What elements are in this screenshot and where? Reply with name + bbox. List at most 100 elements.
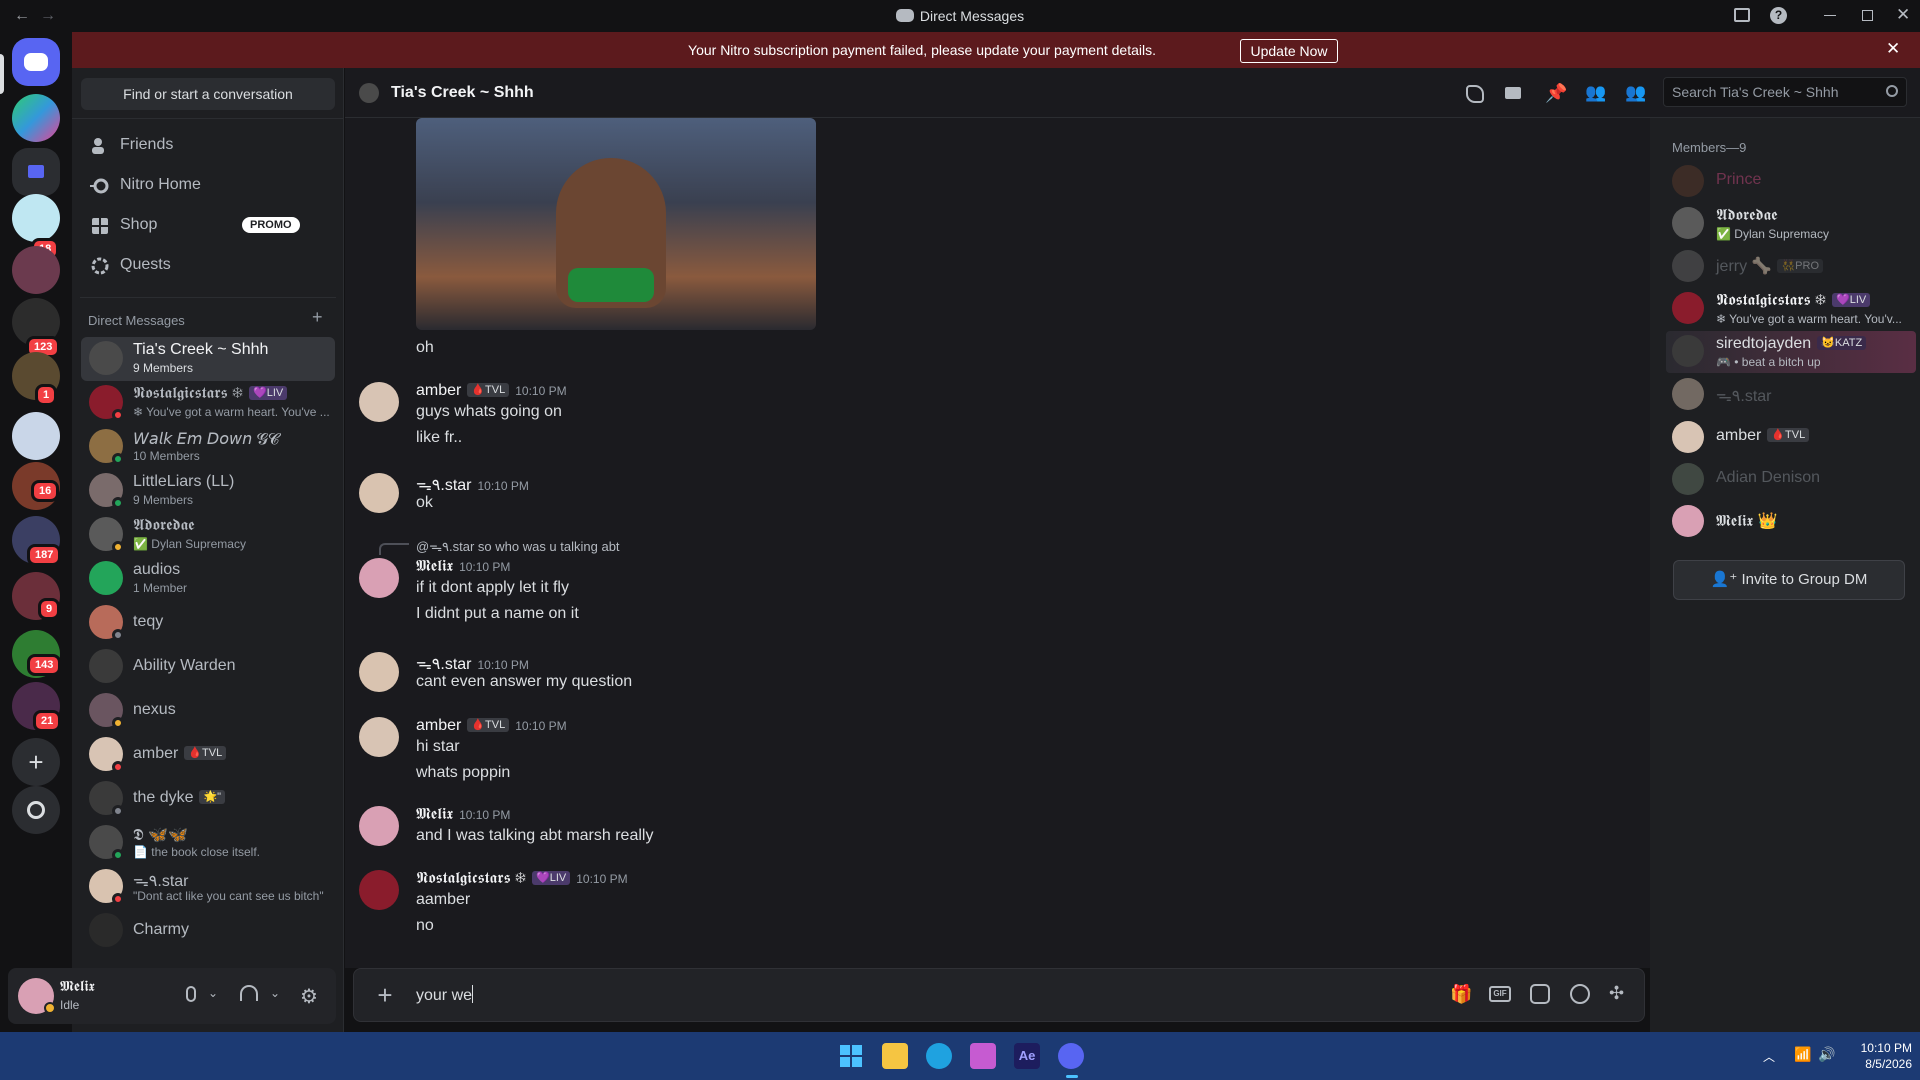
- user-status: Idle: [60, 998, 80, 1012]
- member-item[interactable]: 𝕹𝖔𝖘𝖙𝖆𝖑𝖌𝖎𝖈𝖘𝖙𝖆𝖗𝖘 ❄ 💜LIV ❄ You've got a warm…: [1666, 288, 1916, 330]
- app-icon[interactable]: [970, 1043, 996, 1069]
- discover-button[interactable]: [12, 786, 60, 834]
- dm-row[interactable]: LittleLiars (LL) 9 Members: [81, 469, 335, 513]
- apps-icon[interactable]: ✣: [1609, 983, 1624, 1004]
- idle-status-icon: [44, 1002, 56, 1014]
- server-icon[interactable]: [12, 194, 60, 242]
- pinned-messages-icon[interactable]: 📌: [1545, 83, 1567, 104]
- find-conversation-button[interactable]: Find or start a conversation: [81, 78, 335, 110]
- member-list-icon[interactable]: 👥: [1625, 83, 1646, 103]
- headphones-icon[interactable]: [240, 985, 258, 1001]
- avatar: [1672, 207, 1704, 239]
- server-icon[interactable]: [12, 94, 60, 142]
- gift-icon[interactable]: 🎁: [1450, 984, 1472, 1005]
- member-item[interactable]: 𝕸𝖊𝖑𝖎𝖝 👑: [1666, 501, 1916, 543]
- clan-tag: 🩸TVL: [184, 746, 227, 760]
- start-menu-icon[interactable]: [838, 1043, 864, 1069]
- sticker-icon[interactable]: [1530, 984, 1550, 1004]
- inbox-icon[interactable]: [1734, 8, 1750, 22]
- member-item[interactable]: Adian Denison: [1666, 459, 1916, 501]
- dm-row[interactable]: amber 🩸TVL: [81, 733, 335, 777]
- emoji-icon[interactable]: [1570, 984, 1590, 1004]
- close-window-icon[interactable]: ✕: [1896, 5, 1910, 25]
- minimize-icon[interactable]: [1824, 15, 1836, 16]
- add-friends-icon[interactable]: 👥: [1585, 83, 1606, 103]
- avatar[interactable]: [359, 870, 399, 910]
- avatar[interactable]: [359, 806, 399, 846]
- folder-server[interactable]: [12, 148, 60, 196]
- dm-row[interactable]: 𝘞𝘢𝘭𝘬 𝘌𝘮 𝘋𝘰𝘸𝘯 𝓖𝓒 10 Members: [81, 425, 335, 469]
- message-time: 10:10 PM: [459, 808, 511, 822]
- nav-quests[interactable]: Quests: [82, 245, 336, 285]
- avatar[interactable]: [359, 652, 399, 692]
- avatar[interactable]: [359, 473, 399, 513]
- avatar[interactable]: [359, 558, 399, 598]
- create-dm-button[interactable]: +: [312, 307, 323, 328]
- message-input[interactable]: your we: [416, 985, 474, 1005]
- add-person-icon: 👤⁺: [1710, 571, 1742, 588]
- dm-row[interactable]: 𝕯 🦋🦋 📄 the book close itself.: [81, 821, 335, 865]
- dm-row[interactable]: the dyke 🌟": [81, 777, 335, 821]
- nav-friends[interactable]: Friends: [82, 125, 336, 165]
- message: 𝕹𝖔𝖘𝖙𝖆𝖑𝖌𝖎𝖈𝖘𝖙𝖆𝖗𝖘 ❄ 💜LIV 10:10 PM aamber no: [345, 870, 1645, 950]
- member-item[interactable]: ᯓ٩.star: [1666, 374, 1916, 416]
- microphone-icon[interactable]: [186, 986, 196, 1002]
- member-item[interactable]: siredtojayden 😺KATZ 🎮 • beat a bitch up: [1666, 331, 1916, 373]
- search-input[interactable]: Search Tia's Creek ~ Shhh: [1663, 77, 1907, 107]
- dm-row[interactable]: nexus: [81, 689, 335, 733]
- avatar[interactable]: [359, 717, 399, 757]
- close-banner-icon[interactable]: ✕: [1886, 39, 1900, 59]
- dm-row[interactable]: Tia's Creek ~ Shhh 9 Members: [81, 337, 335, 381]
- maximize-icon[interactable]: [1862, 10, 1873, 21]
- nav-nitro-home[interactable]: Nitro Home: [82, 165, 336, 205]
- invite-to-group-dm-button[interactable]: 👤⁺ Invite to Group DM: [1673, 560, 1905, 600]
- dm-row[interactable]: 𝕹𝖔𝖘𝖙𝖆𝖑𝖌𝖎𝖈𝖘𝖙𝖆𝖗𝖘 ❄ 💜LIV ❄ You've got a warm…: [81, 381, 335, 425]
- file-explorer-icon[interactable]: [882, 1043, 908, 1069]
- update-now-button[interactable]: Update Now: [1240, 39, 1338, 63]
- dm-row[interactable]: 𝕬𝖉𝖔𝖗𝖊𝖉𝖆𝖊 ✅ Dylan Supremacy: [81, 513, 335, 557]
- mention-badge: 187: [27, 544, 62, 566]
- gif-icon[interactable]: GIF: [1489, 986, 1511, 1002]
- dm-row[interactable]: ᯓ٩.star "Dont act like you cant see us b…: [81, 865, 335, 909]
- message-text: like fr..: [416, 429, 463, 446]
- message-author: amber 🩸TVL 10:10 PM: [416, 382, 567, 399]
- reply-preview[interactable]: @ᯓ٩.star so who was u talking abt: [416, 537, 620, 555]
- member-item[interactable]: jerry 🦴 👯PRO: [1666, 246, 1916, 288]
- dm-row[interactable]: Ability Warden: [81, 645, 335, 689]
- message-gif-image[interactable]: [416, 118, 816, 330]
- add-attachment-button[interactable]: +: [370, 980, 400, 1010]
- volume-icon[interactable]: 🔊: [1818, 1046, 1835, 1063]
- mention-badge: 9: [38, 598, 61, 620]
- dm-row[interactable]: teqy: [81, 601, 335, 645]
- member-item[interactable]: amber 🩸TVL: [1666, 417, 1916, 459]
- online-status-icon: [112, 497, 124, 509]
- wifi-icon[interactable]: 📶: [1794, 1046, 1811, 1063]
- server-icon[interactable]: [12, 412, 60, 460]
- system-clock[interactable]: 10:10 PM 8/5/2026: [1848, 1040, 1912, 1072]
- video-call-icon[interactable]: [1505, 87, 1521, 99]
- message-text: I didnt put a name on it: [416, 605, 579, 622]
- dm-row[interactable]: Charmy: [81, 909, 335, 953]
- add-server-button[interactable]: +: [12, 738, 60, 786]
- dm-row[interactable]: audios 1 Member: [81, 557, 335, 601]
- avatar[interactable]: [359, 382, 399, 422]
- server-icon[interactable]: [12, 246, 60, 294]
- help-icon[interactable]: ?: [1770, 7, 1787, 24]
- nav-shop[interactable]: Shop PROMO: [82, 205, 336, 245]
- member-item[interactable]: 𝕬𝖉𝖔𝖗𝖊𝖉𝖆𝖊 ✅ Dylan Supremacy: [1666, 203, 1916, 245]
- avatar: [1672, 463, 1704, 495]
- chevron-down-icon[interactable]: ⌄: [270, 986, 280, 1000]
- member-item[interactable]: Prince: [1666, 161, 1916, 203]
- home-button[interactable]: [12, 38, 60, 86]
- discord-taskbar-icon[interactable]: [1058, 1043, 1084, 1069]
- chevron-up-icon[interactable]: ︿: [1763, 1048, 1775, 1065]
- after-effects-icon[interactable]: Ae: [1014, 1043, 1040, 1069]
- chevron-down-icon[interactable]: ⌄: [208, 986, 218, 1000]
- chat-header: Tia's Creek ~ Shhh 📌 👥 👥 Search Tia's Cr…: [345, 68, 1920, 118]
- banner-text: Your Nitro subscription payment failed, …: [688, 42, 1156, 58]
- clan-tag: 🌟": [199, 790, 226, 804]
- edge-browser-icon[interactable]: [926, 1043, 952, 1069]
- settings-gear-icon[interactable]: ⚙: [300, 984, 318, 1009]
- voice-call-icon[interactable]: [1466, 85, 1484, 103]
- server-list: 18 123 1 16 187 9 143 21 +: [0, 32, 72, 1032]
